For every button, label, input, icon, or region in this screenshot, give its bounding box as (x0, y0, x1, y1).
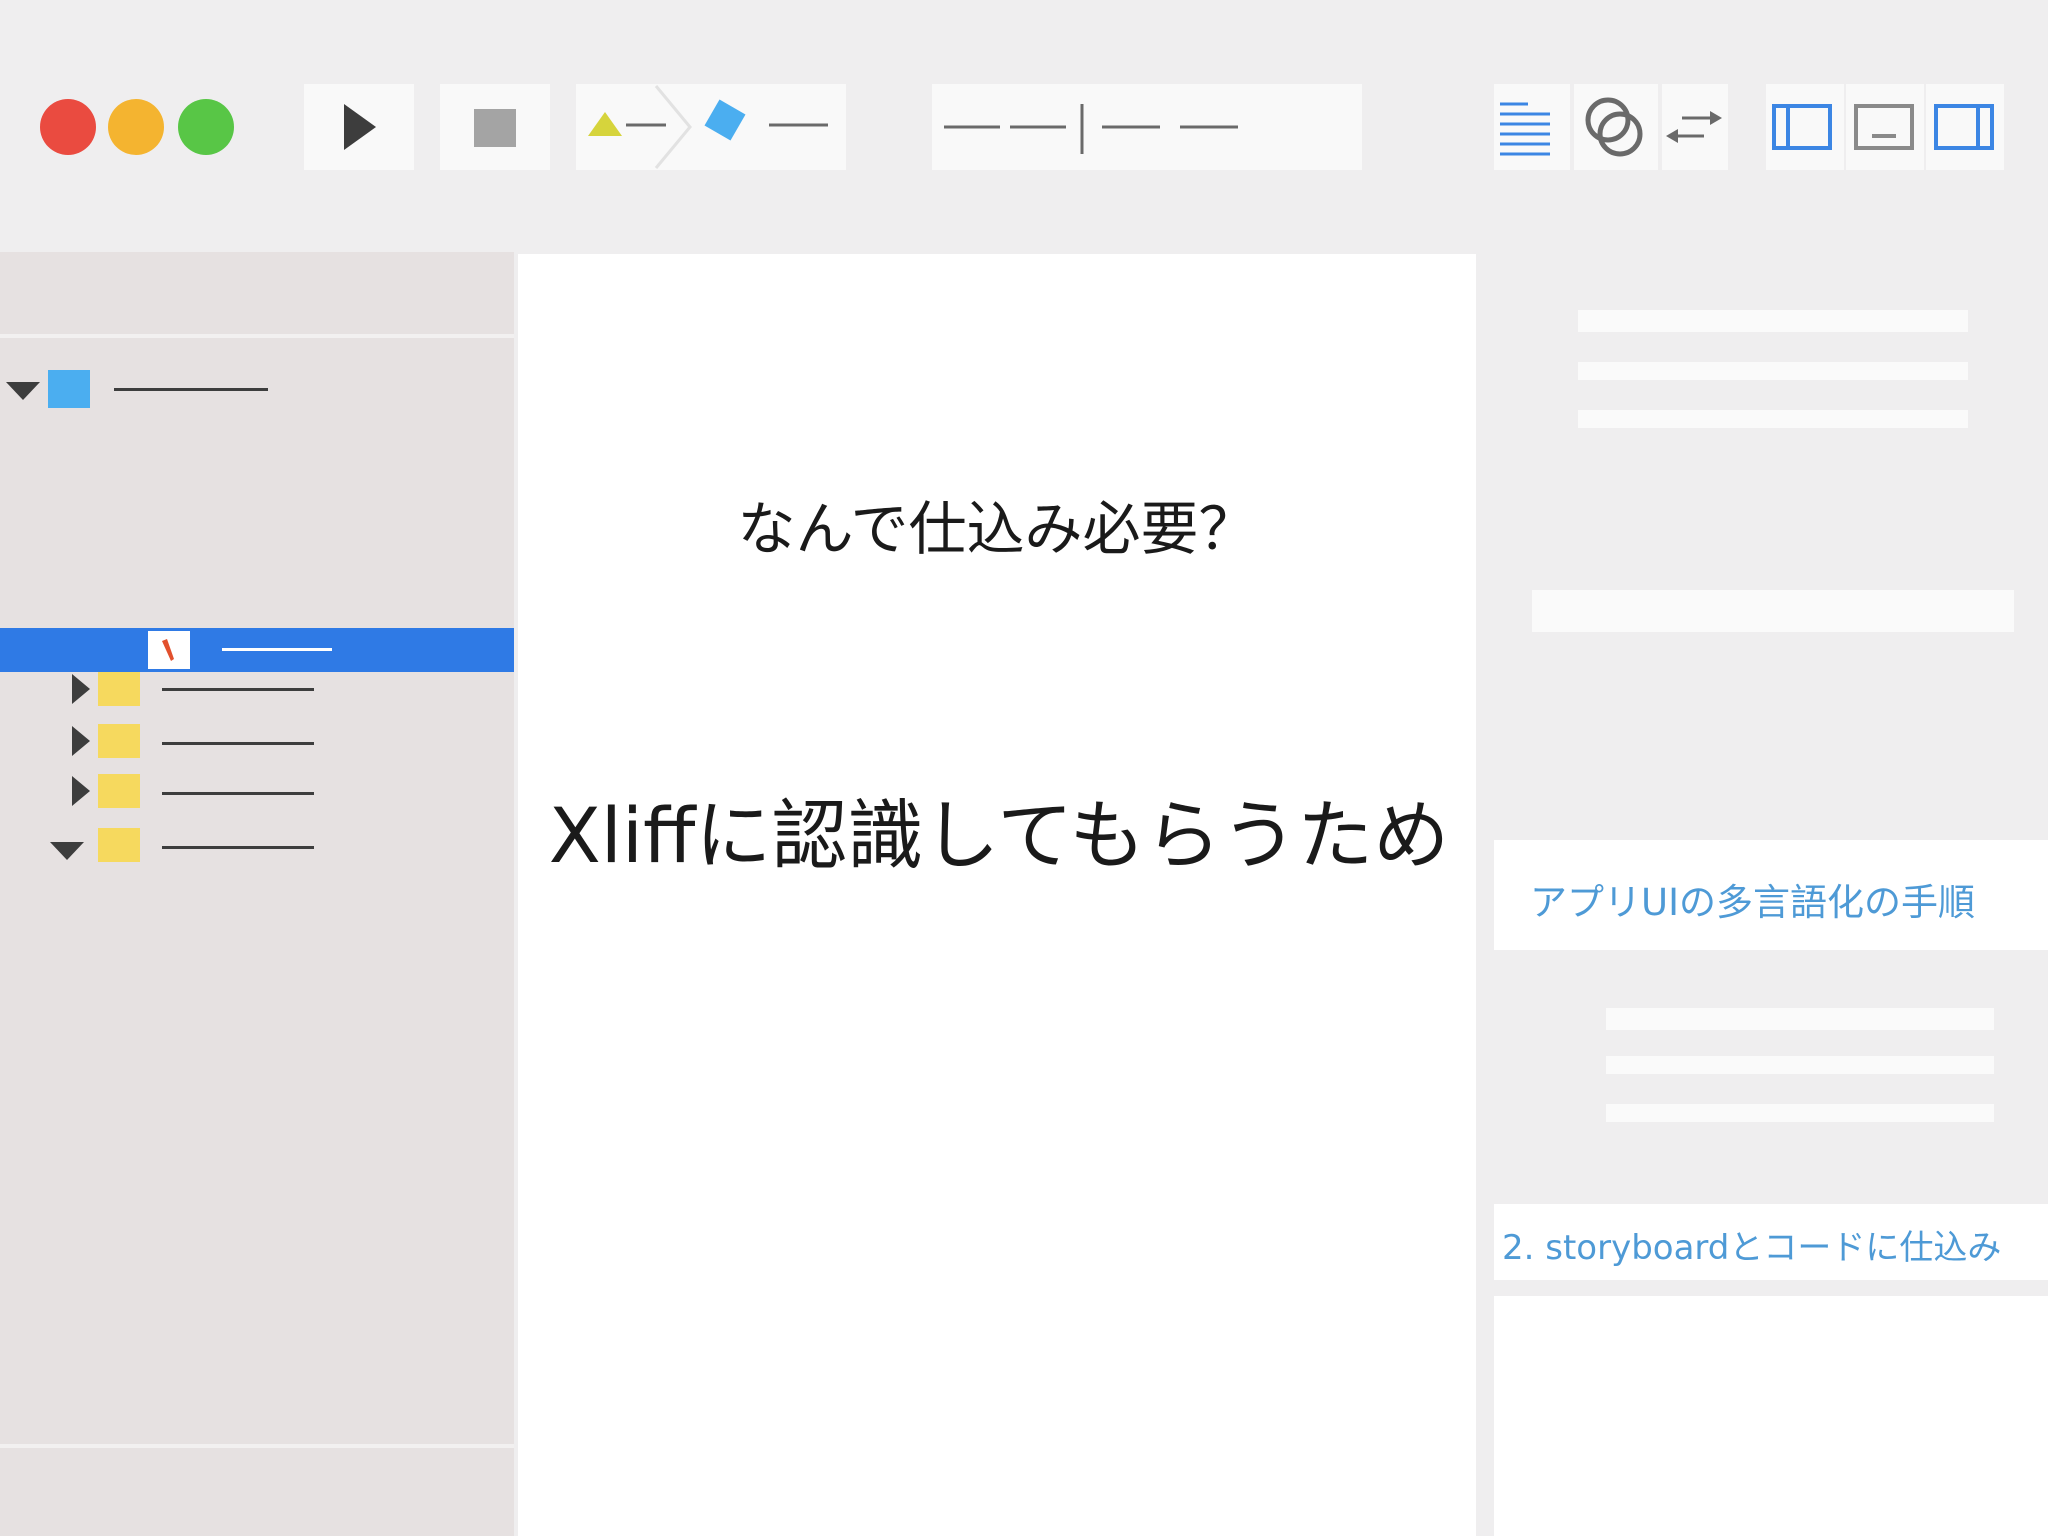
folder-icon (98, 774, 140, 808)
assistant-rings-icon (1585, 97, 1643, 157)
zoom-button[interactable] (178, 99, 234, 155)
navigator-divider-top (0, 334, 514, 338)
swift-file-icon (148, 631, 190, 669)
play-icon (344, 104, 376, 150)
section-title: アプリUIの多言語化の手順 (1530, 881, 1975, 924)
toggle-debug-area-button[interactable] (1846, 84, 1924, 170)
swap-arrows-icon (1666, 111, 1722, 143)
placeholder-line (1606, 1008, 1994, 1030)
folder-icon (98, 672, 140, 706)
file-name-placeholder (222, 648, 332, 651)
inspector-empty-panel (1494, 1296, 2048, 1536)
placeholder-line (1578, 362, 1968, 380)
stop-button[interactable] (440, 84, 550, 170)
triangle-icon (588, 112, 622, 136)
slide-heading: なんで仕込み必要？ (737, 495, 1257, 563)
project-name-placeholder (114, 388, 268, 391)
folder-name-placeholder (162, 846, 314, 849)
window-toolbar (0, 0, 2048, 252)
slide-subheading: Xliffに認識してもらうため (548, 791, 1450, 880)
right-panel-icon (1934, 104, 1994, 150)
selected-file-row[interactable] (0, 628, 514, 672)
step-title-box: 2. storyboardとコードに仕込み (1494, 1204, 2048, 1280)
disclosure-expanded-icon[interactable] (6, 382, 40, 400)
diamond-icon (704, 99, 746, 141)
toggle-navigator-button[interactable] (1766, 84, 1844, 170)
activity-placeholder (944, 104, 1238, 154)
close-button[interactable] (40, 99, 96, 155)
step-title: 2. storyboardとコードに仕込み (1502, 1228, 2002, 1268)
bottom-panel-icon (1854, 104, 1914, 150)
folder-name-placeholder (162, 742, 314, 745)
placeholder-line (1578, 410, 1968, 428)
standard-editor-button[interactable] (1494, 84, 1570, 170)
folder-icon (98, 724, 140, 758)
placeholder-line (1606, 1104, 1994, 1122)
toggle-utilities-button[interactable] (1926, 84, 2004, 170)
disclosure-collapsed-icon[interactable] (72, 674, 90, 704)
assistant-editor-button[interactable] (1574, 84, 1658, 170)
activity-viewer (932, 84, 1362, 170)
project-icon (48, 370, 90, 408)
folder-name-placeholder (162, 688, 314, 691)
folder-icon (98, 828, 140, 862)
navigator-divider-bottom (0, 1444, 514, 1448)
version-editor-button[interactable] (1662, 84, 1728, 170)
scheme-selector[interactable] (576, 84, 846, 170)
disclosure-collapsed-icon[interactable] (72, 776, 90, 806)
placeholder-line (1578, 310, 1968, 332)
minimize-button[interactable] (108, 99, 164, 155)
scheme-breadcrumb (588, 85, 828, 169)
utilities-inspector: アプリUIの多言語化の手順 2. storyboardとコードに仕込み (1478, 252, 2048, 1536)
section-title-box: アプリUIの多言語化の手順 (1494, 840, 2048, 950)
align-left-icon (1500, 102, 1550, 156)
project-navigator (0, 252, 514, 1536)
disclosure-collapsed-icon[interactable] (72, 726, 90, 756)
disclosure-expanded-icon[interactable] (50, 842, 84, 860)
editor-area: なんで仕込み必要？ Xliffに認識してもらうため (518, 254, 1476, 1536)
run-button[interactable] (304, 84, 414, 170)
placeholder-line (1606, 1056, 1994, 1074)
placeholder-field (1532, 590, 2014, 632)
stop-icon (474, 109, 516, 147)
folder-name-placeholder (162, 792, 314, 795)
left-panel-icon (1772, 104, 1832, 150)
